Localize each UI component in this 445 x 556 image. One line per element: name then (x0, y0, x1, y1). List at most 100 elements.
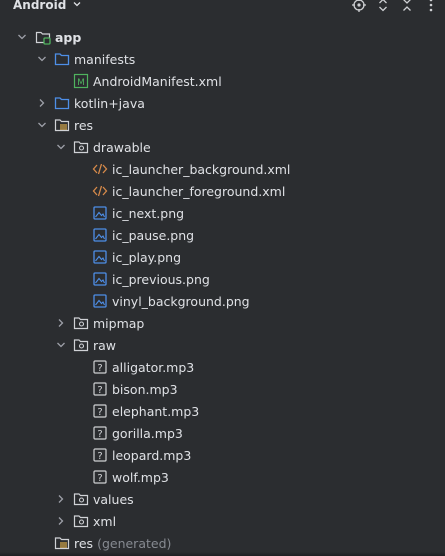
tree-label: manifests (74, 51, 136, 67)
tree-node-kotlin-java[interactable]: kotlin+java (0, 92, 445, 114)
tree-label: elephant.mp3 (112, 403, 200, 419)
tree-node-file[interactable]: ? leopard.mp3 (0, 444, 445, 466)
tree-node-file[interactable]: ? alligator.mp3 (0, 356, 445, 378)
svg-text:?: ? (97, 407, 102, 418)
image-file-icon (92, 249, 108, 265)
tree-label: raw (93, 337, 117, 353)
tree-label-suffix: (generated) (97, 535, 172, 551)
tree-node-drawable[interactable]: drawable (0, 136, 445, 158)
unknown-file-icon: ? (92, 403, 108, 419)
unknown-file-icon: ? (92, 469, 108, 485)
tree-node-app[interactable]: app (0, 26, 445, 48)
image-file-icon (92, 205, 108, 221)
chevron-down-icon[interactable] (36, 53, 48, 65)
expand-collapse-icon[interactable] (375, 0, 391, 13)
package-folder-icon (73, 513, 89, 529)
svg-text:?: ? (97, 429, 102, 440)
tree-node-values[interactable]: values (0, 488, 445, 510)
package-folder-icon (73, 337, 89, 353)
tree-label: ic_previous.png (112, 271, 210, 287)
svg-text:?: ? (97, 451, 102, 462)
tree-label: ic_pause.png (112, 227, 195, 243)
package-folder-icon (73, 315, 89, 331)
tree-label: ic_play.png (112, 249, 182, 265)
resources-folder-icon (54, 535, 70, 551)
tree-node-file[interactable]: ic_play.png (0, 246, 445, 268)
svg-text:?: ? (97, 363, 102, 374)
image-file-icon (92, 227, 108, 243)
tree-node-file[interactable]: ic_launcher_background.xml (0, 158, 445, 180)
resources-folder-icon (54, 117, 70, 133)
xml-file-icon (92, 161, 108, 177)
tree-node-file[interactable]: ? gorilla.mp3 (0, 422, 445, 444)
tree-node-manifests[interactable]: manifests (0, 48, 445, 70)
tree-node-res-generated[interactable]: res (generated) (0, 532, 445, 554)
project-view-title: Android (13, 0, 67, 12)
more-vertical-icon[interactable] (423, 0, 439, 13)
tree-label: mipmap (93, 315, 145, 331)
tree-label: res (74, 117, 94, 133)
unknown-file-icon: ? (92, 381, 108, 397)
tree-node-file[interactable]: ? bison.mp3 (0, 378, 445, 400)
project-view-selector[interactable]: Android (13, 0, 82, 12)
chevron-right-icon[interactable] (55, 515, 67, 527)
tree-label: kotlin+java (74, 95, 145, 111)
project-tree: app manifests M AndroidManifest.xml kotl… (0, 26, 445, 554)
tree-label: values (93, 491, 134, 507)
manifest-file-icon: M (73, 73, 89, 89)
xml-file-icon (92, 183, 108, 199)
module-folder-icon (35, 29, 51, 45)
folder-icon (54, 95, 70, 111)
tree-node-file[interactable]: vinyl_background.png (0, 290, 445, 312)
tree-label: vinyl_background.png (112, 293, 250, 309)
package-folder-icon (73, 491, 89, 507)
unknown-file-icon: ? (92, 447, 108, 463)
tree-node-file[interactable]: ? wolf.mp3 (0, 466, 445, 488)
svg-text:M: M (77, 78, 85, 88)
tree-label: wolf.mp3 (112, 469, 169, 485)
tree-label: drawable (93, 139, 151, 155)
folder-icon (54, 51, 70, 67)
svg-text:?: ? (97, 385, 102, 396)
tree-node-file[interactable]: ic_next.png (0, 202, 445, 224)
tree-label: alligator.mp3 (112, 359, 195, 375)
tree-node-file[interactable]: ic_launcher_foreground.xml (0, 180, 445, 202)
tree-label: bison.mp3 (112, 381, 178, 397)
bottom-edge (0, 552, 445, 556)
image-file-icon (92, 271, 108, 287)
chevron-down-icon[interactable] (36, 119, 48, 131)
tree-label: leopard.mp3 (112, 447, 192, 463)
tree-label: ic_next.png (112, 205, 185, 221)
tree-node-file[interactable]: ic_previous.png (0, 268, 445, 290)
tree-label: AndroidManifest.xml (93, 73, 222, 89)
chevron-right-icon[interactable] (36, 97, 48, 109)
tree-label: ic_launcher_foreground.xml (112, 183, 286, 199)
target-icon[interactable] (351, 0, 367, 13)
tree-label: gorilla.mp3 (112, 425, 183, 441)
tree-node-file[interactable]: ic_pause.png (0, 224, 445, 246)
tree-node-res[interactable]: res (0, 114, 445, 136)
toolwindow-header: Android (0, 0, 445, 14)
chevron-down-icon[interactable] (16, 31, 28, 43)
chevron-down-icon[interactable] (55, 339, 67, 351)
chevron-down-icon[interactable] (55, 141, 67, 153)
tree-label: app (55, 29, 82, 45)
chevron-right-icon[interactable] (55, 317, 67, 329)
tree-label: xml (93, 513, 117, 529)
tree-node-file[interactable]: ? elephant.mp3 (0, 400, 445, 422)
tree-label-name: res (74, 535, 94, 551)
close-collapse-icon[interactable] (399, 0, 415, 13)
tree-node-raw[interactable]: raw (0, 334, 445, 356)
unknown-file-icon: ? (92, 425, 108, 441)
chevron-down-icon (72, 0, 82, 12)
tree-node-xml[interactable]: xml (0, 510, 445, 532)
tree-node-mipmap[interactable]: mipmap (0, 312, 445, 334)
unknown-file-icon: ? (92, 359, 108, 375)
image-file-icon (92, 293, 108, 309)
tree-node-android-manifest[interactable]: M AndroidManifest.xml (0, 70, 445, 92)
chevron-right-icon[interactable] (55, 493, 67, 505)
package-folder-icon (73, 139, 89, 155)
tree-label: ic_launcher_background.xml (112, 161, 291, 177)
tree-label: res (generated) (74, 536, 171, 551)
svg-text:?: ? (97, 473, 102, 484)
